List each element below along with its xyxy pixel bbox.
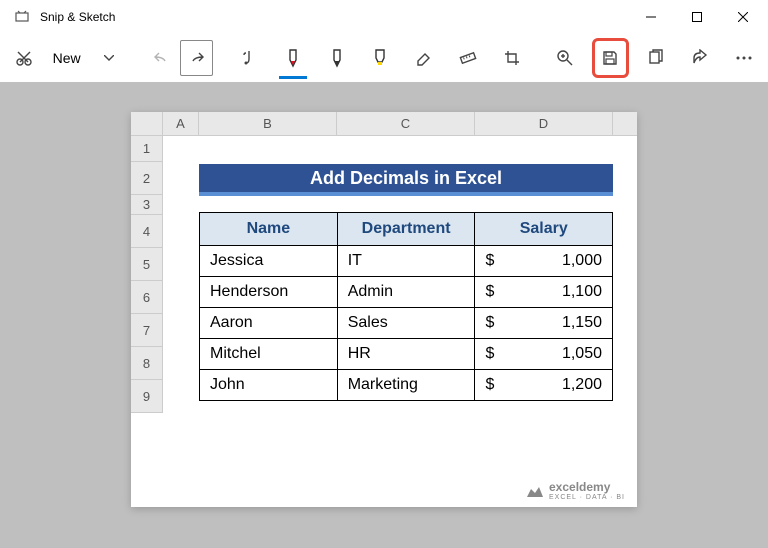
row-header: 2 bbox=[131, 162, 163, 195]
col-header-a: A bbox=[163, 112, 199, 135]
eraser-button[interactable] bbox=[408, 40, 441, 76]
cell-name: John bbox=[200, 370, 338, 401]
share-button[interactable] bbox=[684, 40, 717, 76]
screenshot-content: A B C D 1 2 3 4 5 6 7 8 9 Add Decimals i… bbox=[131, 112, 637, 507]
cell-dept: Marketing bbox=[337, 370, 475, 401]
row-header: 6 bbox=[131, 281, 163, 314]
header-salary: Salary bbox=[475, 213, 613, 246]
cell-salary: $1,200 bbox=[475, 370, 613, 401]
table-row: Mitchel HR $1,050 bbox=[200, 339, 613, 370]
app-title: Snip & Sketch bbox=[40, 10, 115, 24]
titlebar: Snip & Sketch bbox=[0, 0, 768, 34]
cell-dept: IT bbox=[337, 246, 475, 277]
col-header-d: D bbox=[475, 112, 613, 135]
undo-button[interactable] bbox=[145, 40, 178, 76]
corner-cell bbox=[131, 112, 163, 135]
more-button[interactable] bbox=[728, 40, 761, 76]
col-header-c: C bbox=[337, 112, 475, 135]
cell-name: Jessica bbox=[200, 246, 338, 277]
copy-button[interactable] bbox=[640, 40, 673, 76]
cell-salary: $1,000 bbox=[475, 246, 613, 277]
touch-writing-button[interactable] bbox=[233, 40, 266, 76]
cell-dept: Sales bbox=[337, 308, 475, 339]
toolbar: New bbox=[0, 34, 768, 82]
cell-name: Aaron bbox=[200, 308, 338, 339]
canvas-area[interactable]: A B C D 1 2 3 4 5 6 7 8 9 Add Decimals i… bbox=[0, 82, 768, 548]
table-row: John Marketing $1,200 bbox=[200, 370, 613, 401]
row-header: 8 bbox=[131, 347, 163, 380]
data-table: Name Department Salary Jessica IT $1,000… bbox=[199, 212, 613, 401]
watermark-tagline: EXCEL · DATA · BI bbox=[549, 494, 625, 501]
zoom-button[interactable] bbox=[548, 40, 581, 76]
header-name: Name bbox=[200, 213, 338, 246]
excel-row-headers: 1 2 3 4 5 6 7 8 9 bbox=[131, 136, 163, 413]
pencil-button[interactable] bbox=[320, 40, 353, 76]
close-button[interactable] bbox=[720, 1, 766, 33]
cell-name: Mitchel bbox=[200, 339, 338, 370]
cell-salary: $1,150 bbox=[475, 308, 613, 339]
cell-name: Henderson bbox=[200, 277, 338, 308]
window-controls bbox=[628, 1, 766, 33]
cell-salary: $1,050 bbox=[475, 339, 613, 370]
row-header: 3 bbox=[131, 195, 163, 215]
sheet-title: Add Decimals in Excel bbox=[199, 164, 613, 196]
row-header: 7 bbox=[131, 314, 163, 347]
minimize-button[interactable] bbox=[628, 1, 674, 33]
table-row: Henderson Admin $1,100 bbox=[200, 277, 613, 308]
maximize-button[interactable] bbox=[674, 1, 720, 33]
row-header: 5 bbox=[131, 248, 163, 281]
header-department: Department bbox=[337, 213, 475, 246]
app-icon bbox=[14, 9, 30, 25]
crop-button[interactable] bbox=[496, 40, 529, 76]
redo-button[interactable] bbox=[180, 40, 213, 76]
cell-salary: $1,100 bbox=[475, 277, 613, 308]
save-button[interactable] bbox=[592, 38, 629, 78]
watermark: exceldemy EXCEL · DATA · BI bbox=[525, 480, 625, 501]
ballpoint-pen-button[interactable] bbox=[277, 40, 310, 76]
watermark-icon bbox=[525, 483, 545, 499]
col-header-b: B bbox=[199, 112, 337, 135]
new-button[interactable]: New bbox=[43, 40, 91, 76]
excel-column-headers: A B C D bbox=[131, 112, 637, 136]
row-header: 1 bbox=[131, 136, 163, 162]
table-row: Jessica IT $1,000 bbox=[200, 246, 613, 277]
row-header: 4 bbox=[131, 215, 163, 248]
new-dropdown[interactable] bbox=[93, 40, 126, 76]
highlighter-button[interactable] bbox=[364, 40, 397, 76]
ruler-button[interactable] bbox=[452, 40, 485, 76]
cell-dept: HR bbox=[337, 339, 475, 370]
table-header-row: Name Department Salary bbox=[200, 213, 613, 246]
snip-icon[interactable] bbox=[8, 40, 41, 76]
watermark-brand: exceldemy bbox=[549, 480, 625, 494]
row-header: 9 bbox=[131, 380, 163, 413]
col-header-rest bbox=[613, 112, 637, 135]
cell-dept: Admin bbox=[337, 277, 475, 308]
table-row: Aaron Sales $1,150 bbox=[200, 308, 613, 339]
